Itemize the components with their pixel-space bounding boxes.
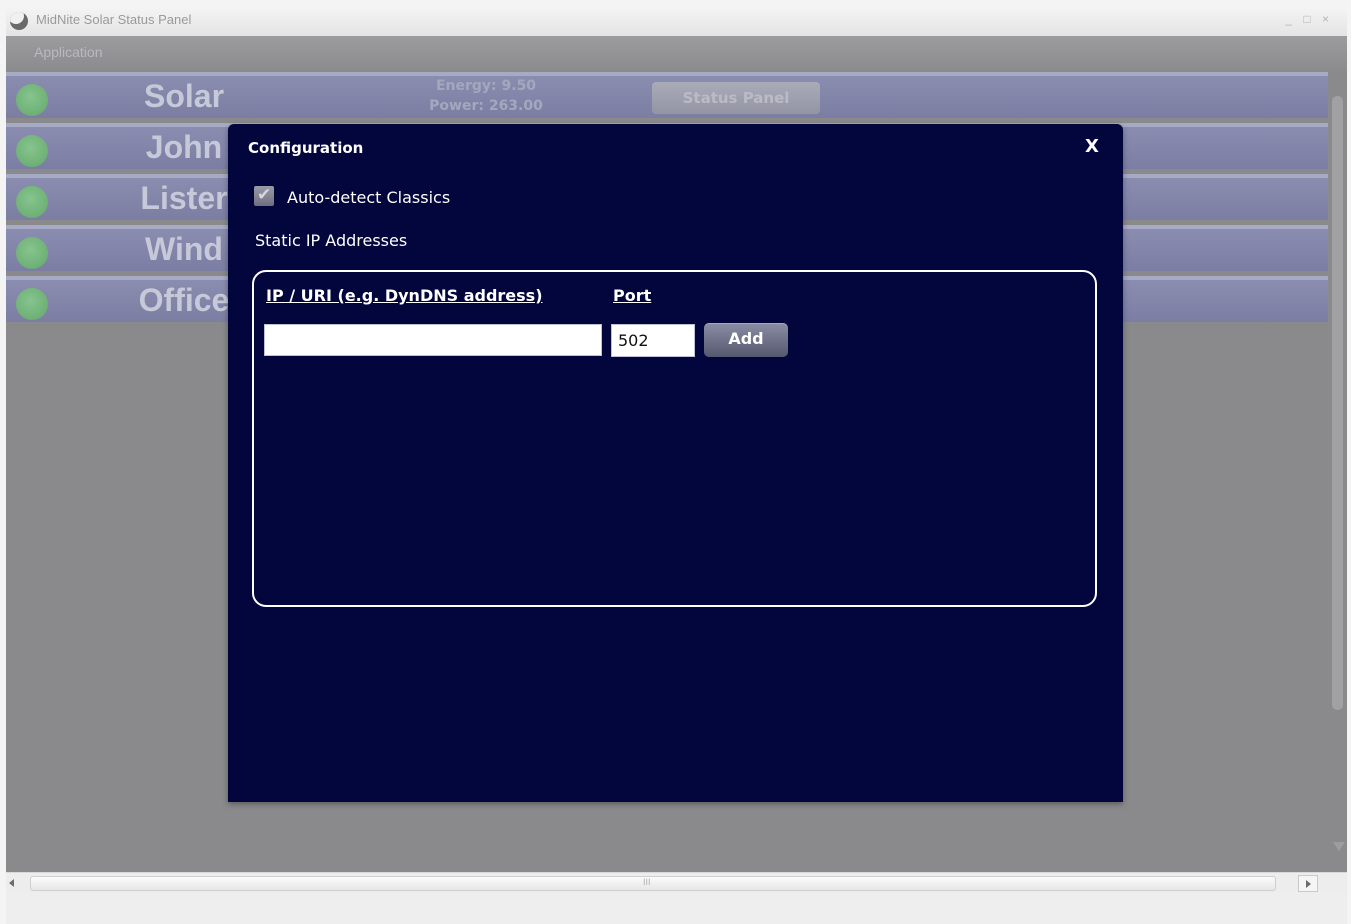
window-controls[interactable]: _ □ × <box>1285 12 1333 26</box>
title-bar: MidNite Solar Status Panel _ □ × <box>6 6 1347 36</box>
menu-application[interactable]: Application <box>34 44 103 60</box>
station-name: Solar <box>143 78 225 114</box>
solar-energy-readout: Energy: 9.50 Power: 263.00 <box>386 76 586 116</box>
status-bar <box>6 893 1347 924</box>
ip-column-header: IP / URI (e.g. DynDNS address) <box>266 286 543 305</box>
horizontal-scrollbar[interactable]: III <box>6 872 1347 893</box>
scroll-grip-icon: III <box>643 877 651 887</box>
vertical-scroll-thumb[interactable] <box>1332 96 1343 710</box>
status-indicator-icon <box>16 237 48 269</box>
horizontal-scroll-thumb[interactable]: III <box>30 876 1276 891</box>
status-indicator-icon <box>16 135 48 167</box>
station-name: Wind <box>145 231 223 267</box>
station-name: John <box>145 129 223 165</box>
add-button[interactable]: Add <box>704 323 788 357</box>
static-ip-label: Static IP Addresses <box>255 231 408 250</box>
app-window: MidNite Solar Status Panel _ □ × Applica… <box>6 6 1347 924</box>
energy-value: Energy: 9.50 <box>435 78 537 94</box>
close-icon[interactable]: X <box>1084 136 1100 158</box>
checkmark-icon: ✔ <box>257 185 272 205</box>
dialog-title: Configuration <box>248 139 364 157</box>
port-column-header: Port <box>613 286 652 305</box>
static-ip-panel: IP / URI (e.g. DynDNS address) Port Add <box>252 270 1097 607</box>
scroll-right-arrow-icon[interactable] <box>1298 875 1318 892</box>
app-logo-icon <box>10 12 28 30</box>
power-value: Power: 263.00 <box>429 98 543 114</box>
menu-bar: Application <box>6 36 1347 72</box>
status-indicator-icon <box>16 84 48 116</box>
window-title: MidNite Solar Status Panel <box>36 12 192 27</box>
status-indicator-icon <box>16 288 48 320</box>
scroll-down-arrow-icon[interactable] <box>1333 842 1345 851</box>
station-name: Office <box>138 282 230 318</box>
port-input[interactable] <box>611 324 695 357</box>
station-row-solar[interactable]: Solar Energy: 9.50 Power: 263.00 Status … <box>6 72 1328 118</box>
configuration-dialog: Configuration X ✔ Auto-detect Classics S… <box>228 124 1123 802</box>
vertical-scrollbar[interactable] <box>1328 72 1347 872</box>
auto-detect-checkbox[interactable]: ✔ <box>254 185 274 206</box>
ip-address-input[interactable] <box>264 324 602 356</box>
status-panel-button[interactable]: Status Panel <box>652 82 820 114</box>
station-name: Lister <box>140 180 228 216</box>
scroll-left-arrow-icon[interactable] <box>9 879 14 887</box>
status-indicator-icon <box>16 186 48 218</box>
auto-detect-label: Auto-detect Classics <box>287 188 451 207</box>
